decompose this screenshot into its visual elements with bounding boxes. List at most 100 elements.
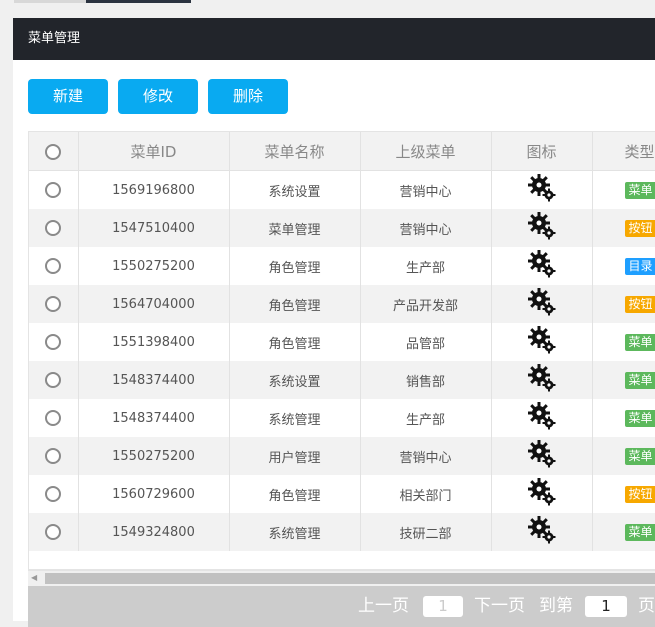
table-row[interactable]: 1550275200角色管理生产部目录: [29, 247, 655, 285]
cell-type: 菜单: [592, 513, 655, 551]
cell-menu-name: 菜单管理: [229, 209, 360, 247]
row-radio[interactable]: [45, 372, 61, 388]
cell-type: 菜单: [592, 437, 655, 475]
cell-menu-name: 角色管理: [229, 285, 360, 323]
cell-parent-menu: 销售部: [360, 361, 491, 399]
table-row[interactable]: 1549324800系统管理技研二部菜单: [29, 513, 655, 551]
gears-icon: [527, 249, 557, 283]
cell-type: 菜单: [592, 171, 655, 210]
row-select-cell[interactable]: [29, 361, 78, 399]
row-radio[interactable]: [45, 448, 61, 464]
cell-parent-menu: 营销中心: [360, 209, 491, 247]
row-radio[interactable]: [45, 524, 61, 540]
cell-parent-menu: 营销中心: [360, 171, 491, 210]
type-badge: 按钮: [625, 486, 655, 503]
cell-parent-menu: 品管部: [360, 323, 491, 361]
select-all-radio[interactable]: [45, 144, 61, 160]
next-page-link[interactable]: 下一页: [474, 586, 525, 627]
panel-title: 菜单管理: [13, 18, 655, 60]
goto-page-input[interactable]: 1: [585, 596, 627, 617]
table-row[interactable]: 1548374400系统管理生产部菜单: [29, 399, 655, 437]
row-select-cell[interactable]: [29, 209, 78, 247]
cell-parent-menu: 相关部门: [360, 475, 491, 513]
type-badge: 按钮: [625, 220, 655, 237]
type-badge: 菜单: [625, 524, 655, 541]
cell-type: 按钮: [592, 285, 655, 323]
column-header-id[interactable]: 菜单ID: [78, 132, 229, 171]
row-select-cell[interactable]: [29, 437, 78, 475]
cell-icon: [491, 513, 592, 551]
cell-icon: [491, 399, 592, 437]
row-radio[interactable]: [45, 182, 61, 198]
row-radio[interactable]: [45, 220, 61, 236]
cell-type: 按钮: [592, 209, 655, 247]
gears-icon: [527, 173, 557, 207]
delete-button[interactable]: 删除: [208, 79, 288, 114]
row-radio[interactable]: [45, 296, 61, 312]
row-select-cell[interactable]: [29, 513, 78, 551]
gears-icon: [527, 325, 557, 359]
cell-menu-name: 角色管理: [229, 475, 360, 513]
row-select-cell[interactable]: [29, 171, 78, 210]
cell-menu-id: 1549324800: [78, 513, 229, 551]
top-tab-active[interactable]: [86, 0, 191, 3]
row-radio[interactable]: [45, 334, 61, 350]
cell-icon: [491, 437, 592, 475]
select-all-radio-cell[interactable]: [29, 132, 78, 171]
gears-icon: [527, 287, 557, 321]
cell-parent-menu: 营销中心: [360, 437, 491, 475]
current-page-number[interactable]: 1: [423, 596, 463, 617]
new-button[interactable]: 新建: [28, 79, 108, 114]
cell-menu-name: 角色管理: [229, 247, 360, 285]
horizontal-scrollbar[interactable]: ◀: [28, 570, 655, 586]
menu-table: 菜单ID 菜单名称 上级菜单 图标 类型 1569196800系统设置营销中心菜…: [28, 131, 655, 570]
cell-menu-name: 用户管理: [229, 437, 360, 475]
row-radio[interactable]: [45, 410, 61, 426]
row-select-cell[interactable]: [29, 247, 78, 285]
cell-icon: [491, 475, 592, 513]
type-badge: 菜单: [625, 410, 655, 427]
cell-menu-id: 1548374400: [78, 361, 229, 399]
row-select-cell[interactable]: [29, 475, 78, 513]
row-radio[interactable]: [45, 258, 61, 274]
type-badge: 菜单: [625, 334, 655, 351]
cell-menu-id: 1550275200: [78, 437, 229, 475]
scroll-left-icon[interactable]: ◀: [31, 574, 37, 582]
column-header-icon[interactable]: 图标: [491, 132, 592, 171]
table-row[interactable]: 1560729600角色管理相关部门 按钮: [29, 475, 655, 513]
cell-menu-id: 1560729600: [78, 475, 229, 513]
cell-menu-id: 1548374400: [78, 399, 229, 437]
table-row[interactable]: 1564704000角色管理产品开发部按钮: [29, 285, 655, 323]
top-tab-inactive[interactable]: [14, 0, 86, 3]
cell-icon: [491, 323, 592, 361]
row-select-cell[interactable]: [29, 285, 78, 323]
cell-type: 目录: [592, 247, 655, 285]
table-row[interactable]: 1547510400菜单管理营销中心按钮: [29, 209, 655, 247]
type-badge: 按钮: [625, 296, 655, 313]
prev-page-link[interactable]: 上一页: [358, 586, 409, 627]
menu-management-panel: 菜单管理 新建 修改 删除 菜单ID 菜单名称 上级菜单 图标 类型 15691…: [13, 18, 655, 621]
scrollbar-thumb[interactable]: [45, 573, 655, 584]
gears-icon: [527, 439, 557, 473]
row-radio[interactable]: [45, 486, 61, 502]
edit-button[interactable]: 修改: [118, 79, 198, 114]
table-row[interactable]: 1551398400角色管理品管部菜单: [29, 323, 655, 361]
cell-menu-id: 1550275200: [78, 247, 229, 285]
type-badge: 菜单: [625, 448, 655, 465]
table-row[interactable]: 1569196800系统设置营销中心菜单: [29, 171, 655, 210]
page-unit-label: 页: [638, 586, 655, 627]
cell-parent-menu: 技研二部: [360, 513, 491, 551]
table-row[interactable]: 1550275200用户管理营销中心 菜单: [29, 437, 655, 475]
column-header-parent[interactable]: 上级菜单: [360, 132, 491, 171]
cell-type: 菜单: [592, 361, 655, 399]
cell-parent-menu: 产品开发部: [360, 285, 491, 323]
column-header-type[interactable]: 类型: [592, 132, 655, 171]
row-select-cell[interactable]: [29, 399, 78, 437]
cell-icon: [491, 247, 592, 285]
gears-icon: [527, 363, 557, 397]
cell-menu-id: 1551398400: [78, 323, 229, 361]
type-badge: 菜单: [625, 372, 655, 389]
row-select-cell[interactable]: [29, 323, 78, 361]
column-header-name[interactable]: 菜单名称: [229, 132, 360, 171]
table-row[interactable]: 1548374400系统设置销售部菜单: [29, 361, 655, 399]
